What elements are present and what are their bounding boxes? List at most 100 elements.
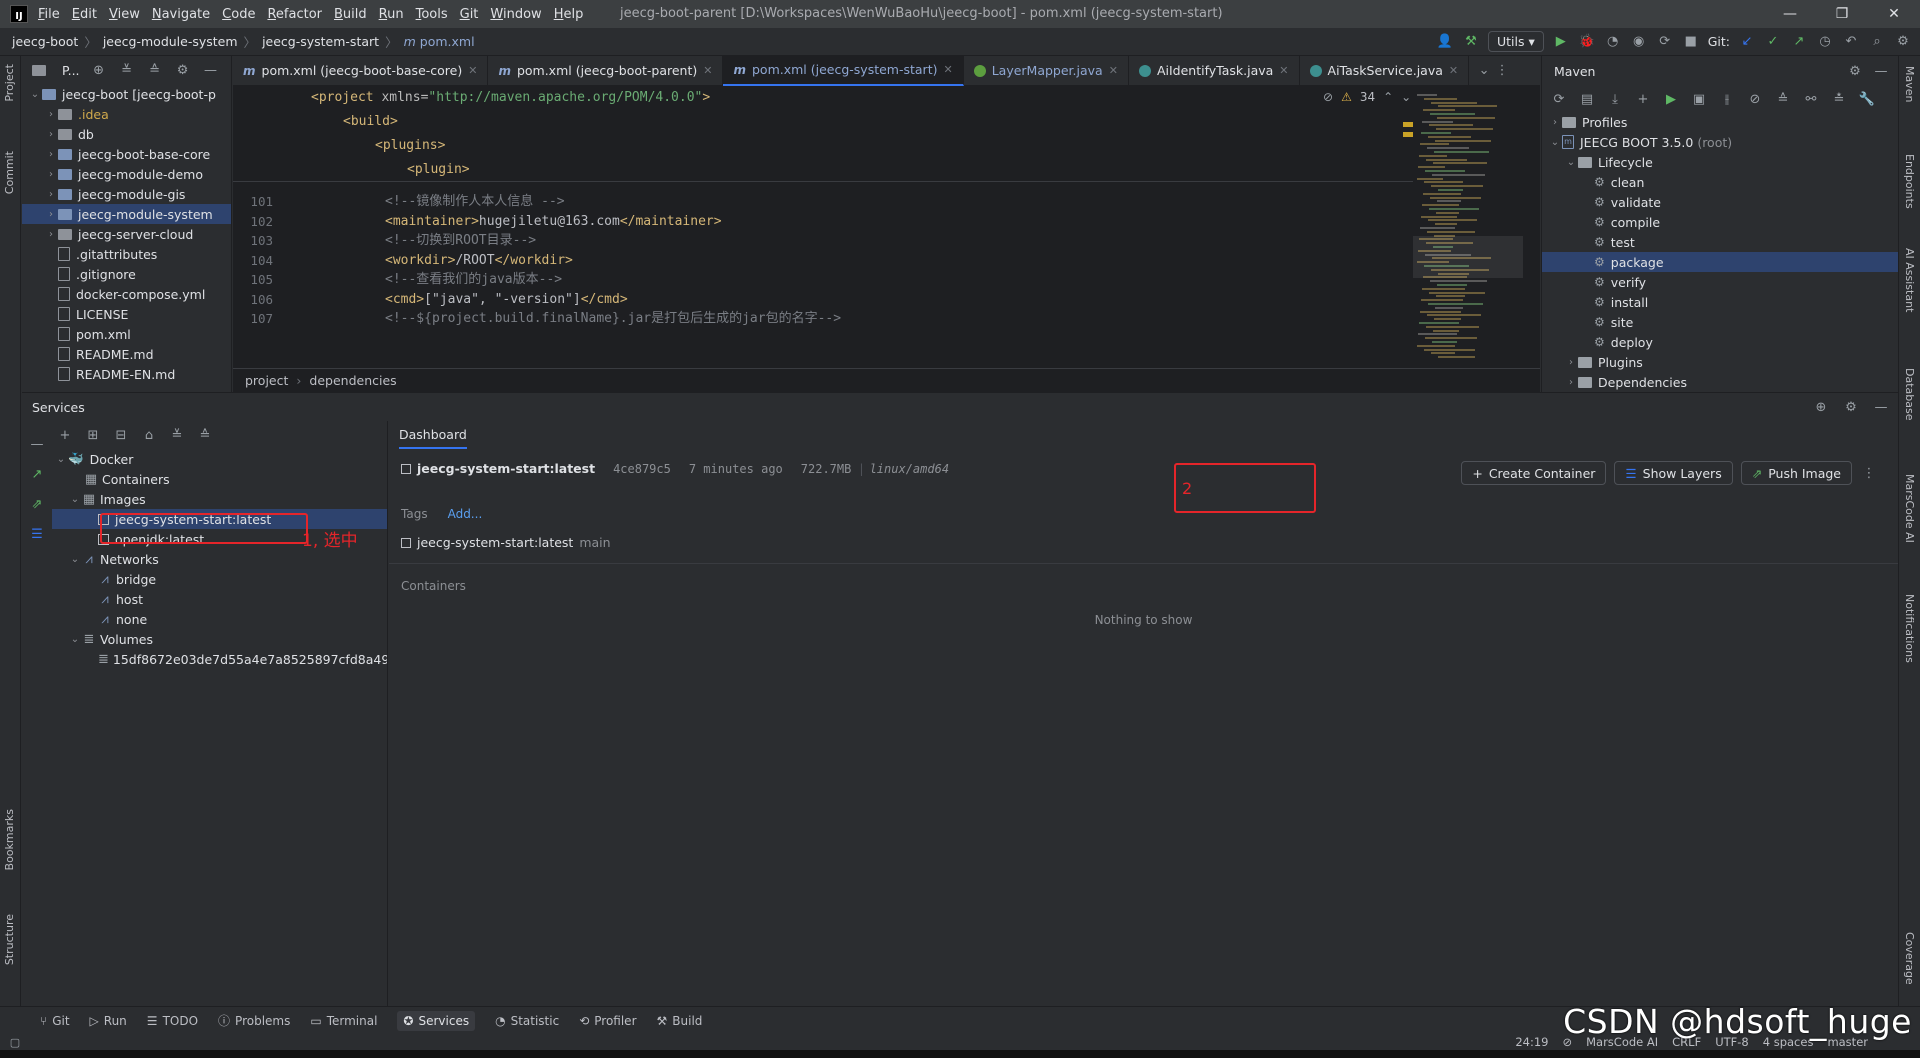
bottom-tool-statistic[interactable]: ◔ Statistic <box>495 1014 559 1028</box>
menu-item-code[interactable]: Code <box>222 7 255 22</box>
chevron-down-icon[interactable]: ⌄ <box>28 89 42 100</box>
project-tree-item[interactable]: › jeecg-module-system <box>22 204 231 224</box>
chevron-right-icon[interactable]: › <box>44 109 58 120</box>
project-panel-title[interactable]: P... <box>62 63 80 78</box>
volumes-node[interactable]: ⌄ ≣ Volumes <box>52 629 387 649</box>
close-tab-icon[interactable]: ✕ <box>1449 64 1458 77</box>
chevron-right-icon[interactable]: › <box>44 149 58 160</box>
menu-item-navigate[interactable]: Navigate <box>152 7 210 22</box>
next-highlight-icon[interactable]: ⌄ <box>1401 90 1411 104</box>
editor-tab[interactable]: m pom.xml (jeecg-system-start) ✕ <box>723 55 964 86</box>
gear-icon[interactable]: ⚙ <box>1842 398 1860 416</box>
project-tree-item[interactable]: › jeecg-server-cloud <box>22 224 231 244</box>
containers-node[interactable]: ▦ Containers <box>52 469 387 489</box>
add-folder-icon[interactable]: ▤ <box>1578 90 1596 108</box>
project-tree-item[interactable]: docker-compose.yml <box>22 284 231 304</box>
wrench-icon[interactable]: 🔧 <box>1858 90 1876 108</box>
editor-tab[interactable]: m pom.xml (jeecg-boot-parent) ✕ <box>488 55 724 86</box>
menu-item-view[interactable]: View <box>109 7 140 22</box>
maven-goal-install[interactable]: ⚙ install <box>1542 292 1898 312</box>
locate-icon[interactable]: ⊕ <box>90 61 108 79</box>
create-container-button[interactable]: + Create Container <box>1461 461 1607 485</box>
minimize-icon[interactable]: — <box>1764 0 1816 28</box>
project-tree-item[interactable]: › db <box>22 124 231 144</box>
expand-all-icon[interactable]: ≚ <box>168 426 186 444</box>
commit-tool-button[interactable]: Commit <box>3 151 16 194</box>
project-tool-button[interactable]: Project <box>3 64 16 102</box>
bottom-tool-profiler[interactable]: ⟲ Profiler <box>579 1014 636 1028</box>
collapse-icon[interactable]: ≙ <box>1774 90 1792 108</box>
add-icon[interactable]: + <box>1634 90 1652 108</box>
menu-item-window[interactable]: Window <box>490 7 541 22</box>
gear-icon[interactable]: ⚙ <box>1846 62 1864 80</box>
maven-dependencies[interactable]: › Dependencies <box>1542 372 1898 392</box>
hide-icon[interactable]: — <box>1872 398 1890 416</box>
bottom-tool-run[interactable]: ▷ Run <box>90 1014 127 1028</box>
project-tree-item[interactable]: README.md <box>22 344 231 364</box>
git-commit-icon[interactable]: ✓ <box>1764 33 1782 51</box>
close-tab-icon[interactable]: ✕ <box>943 63 952 76</box>
chevron-right-icon[interactable]: › <box>44 189 58 200</box>
new-service-icon[interactable]: ⊞ <box>84 426 102 444</box>
menu-item-git[interactable]: Git <box>460 7 479 22</box>
volume-item[interactable]: ≣ 15df8672e03de7d55a4e7a8525897cfd8a498 <box>52 649 387 669</box>
collapse-all-icon[interactable]: ≙ <box>146 61 164 79</box>
debug-icon[interactable]: 🐞 <box>1578 33 1596 51</box>
project-tree-item[interactable]: › jeecg-boot-base-core <box>22 144 231 164</box>
structure-tool-button[interactable]: Structure <box>3 914 16 965</box>
run-config-icon[interactable]: ▣ <box>1690 90 1708 108</box>
database-tool-button[interactable]: Database <box>1903 368 1916 421</box>
git-update-icon[interactable]: ↙ <box>1738 33 1756 51</box>
show-layers-button[interactable]: ☰ Show Layers <box>1614 461 1733 485</box>
coverage-icon[interactable]: ◔ <box>1604 33 1622 51</box>
git-push-icon[interactable]: ↗ <box>1790 33 1808 51</box>
menu-item-file[interactable]: File <box>38 7 60 22</box>
run-icon[interactable]: ▶ <box>1662 90 1680 108</box>
maven-goal-clean[interactable]: ⚙ clean <box>1542 172 1898 192</box>
reload-icon[interactable]: ⟳ <box>1550 90 1568 108</box>
maven-goal-test[interactable]: ⚙ test <box>1542 232 1898 252</box>
chevron-right-icon[interactable]: › <box>44 169 58 180</box>
filter-icon[interactable]: ⌂ <box>140 426 158 444</box>
project-tree-item[interactable]: › .idea <box>22 104 231 124</box>
editor-tab[interactable]: AiTaskService.java ✕ <box>1300 55 1470 86</box>
more-icon[interactable]: ⋮ <box>1493 62 1511 80</box>
network-item[interactable]: ⩘ none <box>52 609 387 629</box>
maven-tool-button[interactable]: Maven <box>1903 66 1916 102</box>
code-minimap[interactable] <box>1403 86 1523 368</box>
menu-item-tools[interactable]: Tools <box>416 7 448 22</box>
close-tab-icon[interactable]: ✕ <box>703 64 712 77</box>
show-deps-icon[interactable]: ⚯ <box>1802 90 1820 108</box>
skip-tests-icon[interactable]: ⊘ <box>1746 90 1764 108</box>
tab-list-icon[interactable]: ⌄ <box>1475 62 1493 80</box>
maven-goal-site[interactable]: ⚙ site <box>1542 312 1898 332</box>
dashboard-tab[interactable]: Dashboard <box>399 422 467 449</box>
project-tree-item[interactable]: .gitignore <box>22 264 231 284</box>
notifications-tool-button[interactable]: Notifications <box>1903 594 1916 663</box>
warning-marker[interactable] <box>1403 132 1413 137</box>
layout-icon[interactable]: ▢ <box>8 1035 22 1049</box>
project-tree-item[interactable]: .gitattributes <box>22 244 231 264</box>
marscode-tool-button[interactable]: MarsCode AI <box>1903 474 1916 543</box>
settings-icon[interactable]: ⚙ <box>1894 33 1912 51</box>
run-config-select[interactable]: Utils ▾ <box>1487 31 1544 52</box>
menu-item-edit[interactable]: Edit <box>72 7 97 22</box>
bottom-tool-terminal[interactable]: ▭ Terminal <box>310 1014 377 1028</box>
cursor-position[interactable]: 24:19 <box>1515 1035 1548 1049</box>
crumb-submodule[interactable]: jeecg-system-start <box>262 34 379 49</box>
search-icon[interactable]: ⌕ <box>1868 33 1886 51</box>
rollback-icon[interactable]: ↶ <box>1842 33 1860 51</box>
maven-goal-compile[interactable]: ⚙ compile <box>1542 212 1898 232</box>
project-tree-item[interactable]: LICENSE <box>22 304 231 324</box>
project-tree-item[interactable]: pom.xml <box>22 324 231 344</box>
images-node[interactable]: ⌄ ▦ Images <box>52 489 387 509</box>
deploy-icon[interactable]: ⇗ <box>28 495 46 513</box>
more-actions-icon[interactable]: ⋮ <box>1860 464 1878 482</box>
analyze-icon[interactable]: ≛ <box>1830 90 1848 108</box>
chevron-right-icon[interactable]: › <box>44 129 58 140</box>
docker-node[interactable]: ⌄ 🐳 Docker <box>52 449 387 469</box>
maven-goal-validate[interactable]: ⚙ validate <box>1542 192 1898 212</box>
project-tree-item[interactable]: › jeecg-module-gis <box>22 184 231 204</box>
expand-all-icon[interactable]: ≚ <box>118 61 136 79</box>
inspection-widget[interactable]: ⊘ ⚠ 34 ⌃ ⌄ <box>1323 90 1411 104</box>
